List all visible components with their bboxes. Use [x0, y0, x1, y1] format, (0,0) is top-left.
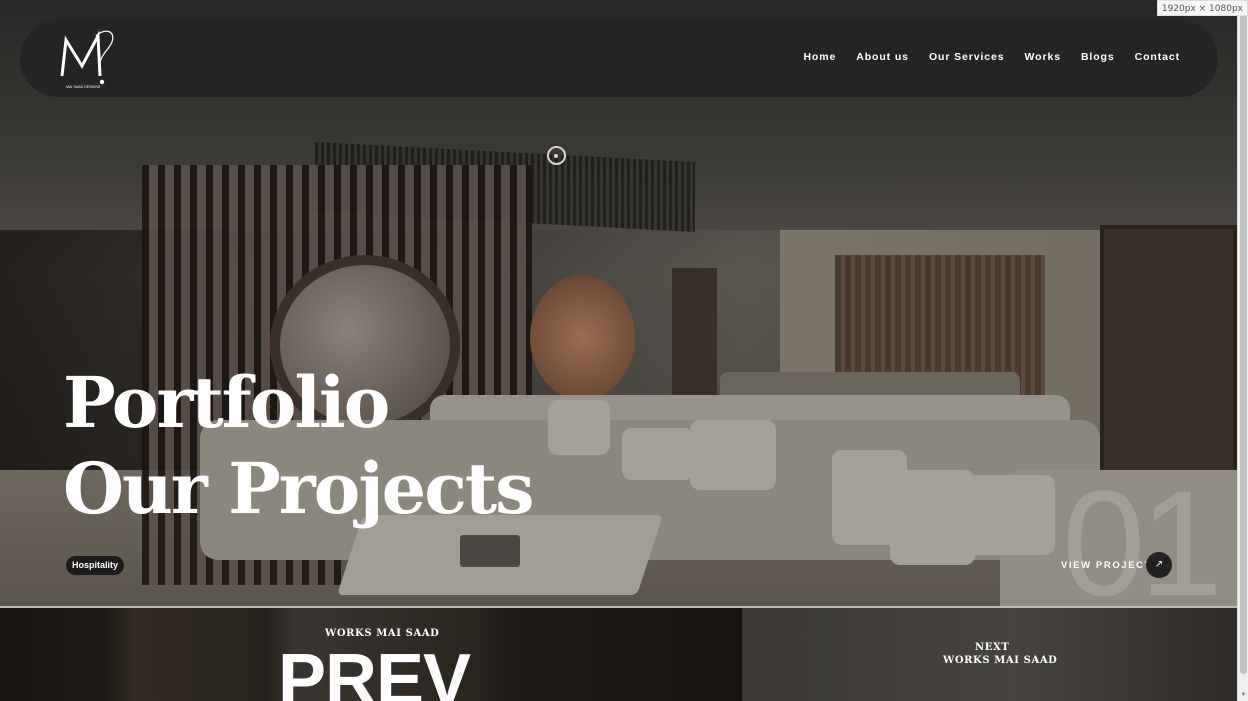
cushion [960, 475, 1055, 555]
cushion [548, 400, 610, 455]
category-tag[interactable]: Hospitality [66, 556, 125, 575]
project-number: 01 [1062, 459, 1223, 627]
brand-logo[interactable]: MAI SAAD DESIGNS [52, 26, 120, 92]
hero-title-line1: Portfolio [63, 361, 390, 444]
ceiling-spotlight [547, 146, 566, 165]
prev-caption: WORKS MAI SAAD [325, 628, 440, 639]
vertical-scrollbar[interactable]: ▲ ▼ [1237, 0, 1248, 701]
nav-home[interactable]: Home [803, 51, 836, 63]
nav-works[interactable]: Works [1025, 51, 1061, 63]
view-project-link[interactable]: VIEW PROJECT [1061, 560, 1152, 571]
main-nav: Home About us Our Services Works Blogs C… [803, 51, 1180, 63]
logo-caption: MAI SAAD DESIGNS [66, 85, 101, 89]
cushion [622, 428, 694, 480]
scrollbar-thumb[interactable] [1240, 14, 1247, 674]
cushion [690, 420, 776, 490]
hero-title: Portfolio Our Projects [63, 360, 535, 532]
nav-our-services[interactable]: Our Services [929, 51, 1005, 63]
view-project-button[interactable]: ↗ [1146, 552, 1172, 578]
nav-blogs[interactable]: Blogs [1081, 51, 1115, 63]
wood-disc-art [530, 275, 635, 400]
arrow-up-right-icon: ↗ [1154, 559, 1164, 570]
next-caption: NEXT [975, 642, 1010, 653]
viewport-size-badge: 1920px × 1080px [1156, 0, 1248, 16]
door [1100, 225, 1237, 475]
tissue-box [460, 535, 520, 567]
nav-contact[interactable]: Contact [1135, 51, 1180, 63]
nav-about-us[interactable]: About us [856, 51, 909, 63]
prev-label[interactable]: PREV [278, 640, 471, 701]
next-works-caption[interactable]: WORKS MAI SAAD [943, 655, 1057, 666]
scroll-down-arrow-icon[interactable]: ▼ [1240, 691, 1247, 699]
hero-title-line2: Our Projects [63, 447, 535, 530]
site-header: MAI SAAD DESIGNS Home About us Our Servi… [20, 20, 1218, 97]
